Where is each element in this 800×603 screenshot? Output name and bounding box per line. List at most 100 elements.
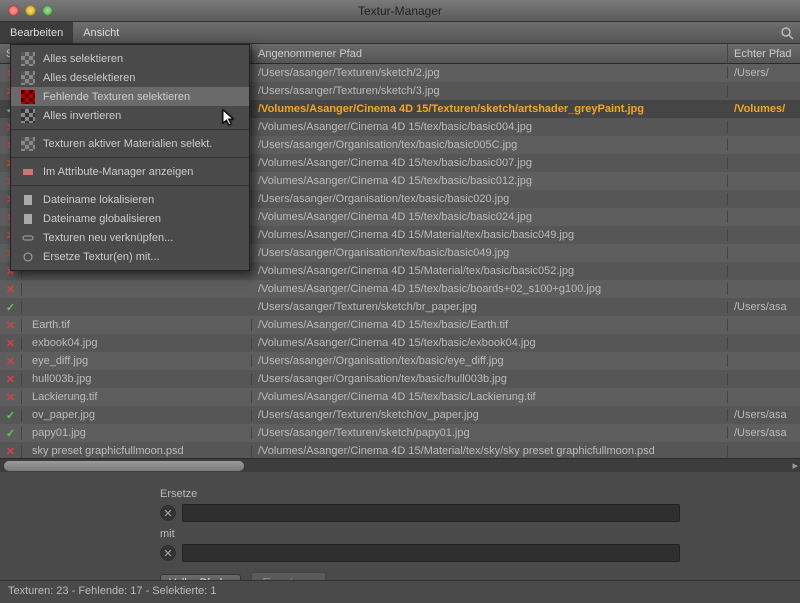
- menu-separator: [11, 185, 249, 186]
- cell-path: /Volumes/Asanger/Cinema 4D 15/Material/t…: [252, 229, 728, 241]
- col-real[interactable]: Echter Pfad: [728, 44, 800, 63]
- menu-localize-filename[interactable]: Dateiname lokalisieren: [11, 190, 249, 209]
- cell-path: /Volumes/Asanger/Cinema 4D 15/tex/basic/…: [252, 121, 728, 133]
- menubar: Bearbeiten Ansicht: [0, 22, 800, 44]
- replace-icon: [21, 250, 35, 264]
- menu-globalize-filename[interactable]: Dateiname globalisieren: [11, 209, 249, 228]
- menu-show-in-attribute-manager[interactable]: Im Attribute-Manager anzeigen: [11, 162, 249, 181]
- window-controls: [0, 5, 53, 16]
- scroll-right-icon[interactable]: ▸: [792, 459, 798, 472]
- minimize-icon[interactable]: [25, 5, 36, 16]
- cell-real-path: /Users/asa: [728, 301, 800, 313]
- table-row[interactable]: ✕exbook04.jpg/Volumes/Asanger/Cinema 4D …: [0, 334, 800, 352]
- cell-path: /Users/asanger/Organisation/tex/basic/ey…: [252, 355, 728, 367]
- status-text: Texturen: 23 - Fehlende: 17 - Selektiert…: [8, 585, 217, 597]
- menu-edit[interactable]: Bearbeiten: [0, 22, 73, 43]
- status-missing-icon: ✕: [0, 373, 22, 386]
- table-row[interactable]: ✓ /Users/asanger/Texturen/sketch/br_paper…: [0, 298, 800, 316]
- cell-path: /Volumes/Asanger/Cinema 4D 15/tex/basic/…: [252, 319, 728, 331]
- table-row[interactable]: ✕ /Volumes/Asanger/Cinema 4D 15/tex/basic…: [0, 280, 800, 298]
- cell-name: papy01.jpg: [22, 427, 252, 439]
- menu-deselect-all[interactable]: Alles deselektieren: [11, 68, 249, 87]
- scrollbar-thumb[interactable]: [4, 461, 244, 471]
- cell-real-path: /Users/asa: [728, 427, 800, 439]
- cell-path: /Volumes/Asanger/Cinema 4D 15/Material/t…: [252, 445, 728, 457]
- table-row[interactable]: ✓ov_paper.jpg/Users/asanger/Texturen/ske…: [0, 406, 800, 424]
- cell-path: /Volumes/Asanger/Cinema 4D 15/tex/basic/…: [252, 175, 728, 187]
- close-icon[interactable]: [8, 5, 19, 16]
- file-icon: [21, 193, 35, 207]
- cell-name: hull003b.jpg: [22, 373, 252, 385]
- checker-icon: [21, 137, 35, 151]
- cell-path: /Volumes/Asanger/Cinema 4D 15/tex/basic/…: [252, 391, 728, 403]
- cell-path: /Volumes/Asanger/Cinema 4D 15/tex/basic/…: [252, 337, 728, 349]
- cell-path: /Volumes/Asanger/Cinema 4D 15/tex/basic/…: [252, 157, 728, 169]
- cell-path: /Users/asanger/Organisation/tex/basic/ba…: [252, 247, 728, 259]
- edit-menu-dropdown: Alles selektieren Alles deselektieren Fe…: [10, 44, 250, 271]
- search-icon[interactable]: [780, 22, 800, 43]
- status-missing-icon: ✕: [0, 319, 22, 332]
- cell-name: ov_paper.jpg: [22, 409, 252, 421]
- menu-relink-textures[interactable]: Texturen neu verknüpfen...: [11, 228, 249, 247]
- menu-invert-all[interactable]: Alles invertieren: [11, 106, 249, 125]
- status-missing-icon: ✕: [0, 355, 22, 368]
- status-missing-icon: ✕: [0, 337, 22, 350]
- status-missing-icon: ✕: [0, 391, 22, 404]
- menu-separator: [11, 157, 249, 158]
- table-row[interactable]: ✕Lackierung.tif/Volumes/Asanger/Cinema 4…: [0, 388, 800, 406]
- table-row[interactable]: ✕Earth.tif/Volumes/Asanger/Cinema 4D 15/…: [0, 316, 800, 334]
- replace-source-input[interactable]: [182, 504, 680, 522]
- status-missing-icon: ✕: [0, 445, 22, 458]
- cell-path: /Users/asanger/Organisation/tex/basic/ba…: [252, 193, 728, 205]
- cell-name: Lackierung.tif: [22, 391, 252, 403]
- replace-label: Ersetze: [160, 488, 680, 500]
- status-ok-icon: ✓: [0, 301, 22, 314]
- checker-icon: [21, 52, 35, 66]
- cell-path: /Users/asanger/Texturen/sketch/papy01.jp…: [252, 427, 728, 439]
- link-icon: [21, 231, 35, 245]
- cell-path: /Volumes/Asanger/Cinema 4D 15/Texturen/s…: [252, 103, 728, 115]
- cell-path: /Volumes/Asanger/Cinema 4D 15/Material/t…: [252, 265, 728, 277]
- cell-path: /Volumes/Asanger/Cinema 4D 15/tex/basic/…: [252, 211, 728, 223]
- statusbar: Texturen: 23 - Fehlende: 17 - Selektiert…: [0, 580, 800, 600]
- with-label: mit: [160, 528, 680, 540]
- col-path[interactable]: Angenommener Pfad: [252, 44, 728, 63]
- table-row[interactable]: ✕eye_diff.jpg/Users/asanger/Organisation…: [0, 352, 800, 370]
- cell-name: eye_diff.jpg: [22, 355, 252, 367]
- cell-real-path: /Users/asa: [728, 409, 800, 421]
- window-titlebar: Textur-Manager: [0, 0, 800, 22]
- menu-separator: [11, 129, 249, 130]
- cell-name: sky preset graphicfullmoon.psd: [22, 445, 252, 457]
- table-row[interactable]: ✕sky preset graphicfullmoon.psd/Volumes/…: [0, 442, 800, 458]
- cell-path: /Users/asanger/Texturen/sketch/2.jpg: [252, 67, 728, 79]
- cell-name: exbook04.jpg: [22, 337, 252, 349]
- cell-real-path: /Volumes/: [728, 103, 800, 115]
- checker-invert-icon: [21, 109, 35, 123]
- cell-path: /Volumes/Asanger/Cinema 4D 15/tex/basic/…: [252, 283, 728, 295]
- status-missing-icon: ✕: [0, 283, 22, 296]
- menu-view[interactable]: Ansicht: [73, 22, 129, 43]
- clear-icon[interactable]: ✕: [160, 505, 176, 521]
- checker-missing-icon: [21, 90, 35, 104]
- scrollbar-horizontal[interactable]: ▸: [0, 458, 800, 472]
- cell-real-path: /Users/: [728, 67, 800, 79]
- cell-path: /Users/asanger/Organisation/tex/basic/ba…: [252, 139, 728, 151]
- menu-select-missing[interactable]: Fehlende Texturen selektieren: [11, 87, 249, 106]
- maximize-icon[interactable]: [42, 5, 53, 16]
- menu-select-all[interactable]: Alles selektieren: [11, 49, 249, 68]
- tag-icon: [21, 165, 35, 179]
- table-row[interactable]: ✕hull003b.jpg/Users/asanger/Organisation…: [0, 370, 800, 388]
- window-title: Textur-Manager: [0, 4, 800, 18]
- menu-select-active-materials[interactable]: Texturen aktiver Materialien selekt.: [11, 134, 249, 153]
- replace-target-input[interactable]: [182, 544, 680, 562]
- status-ok-icon: ✓: [0, 427, 22, 440]
- clear-icon[interactable]: ✕: [160, 545, 176, 561]
- table-row[interactable]: ✓papy01.jpg/Users/asanger/Texturen/sketc…: [0, 424, 800, 442]
- status-ok-icon: ✓: [0, 409, 22, 422]
- file-icon: [21, 212, 35, 226]
- cell-name: Earth.tif: [22, 319, 252, 331]
- cell-path: /Users/asanger/Texturen/sketch/3.jpg: [252, 85, 728, 97]
- cell-path: /Users/asanger/Texturen/sketch/ov_paper.…: [252, 409, 728, 421]
- menu-replace-textures-with[interactable]: Ersetze Textur(en) mit...: [11, 247, 249, 266]
- cell-path: /Users/asanger/Texturen/sketch/br_paper.…: [252, 301, 728, 313]
